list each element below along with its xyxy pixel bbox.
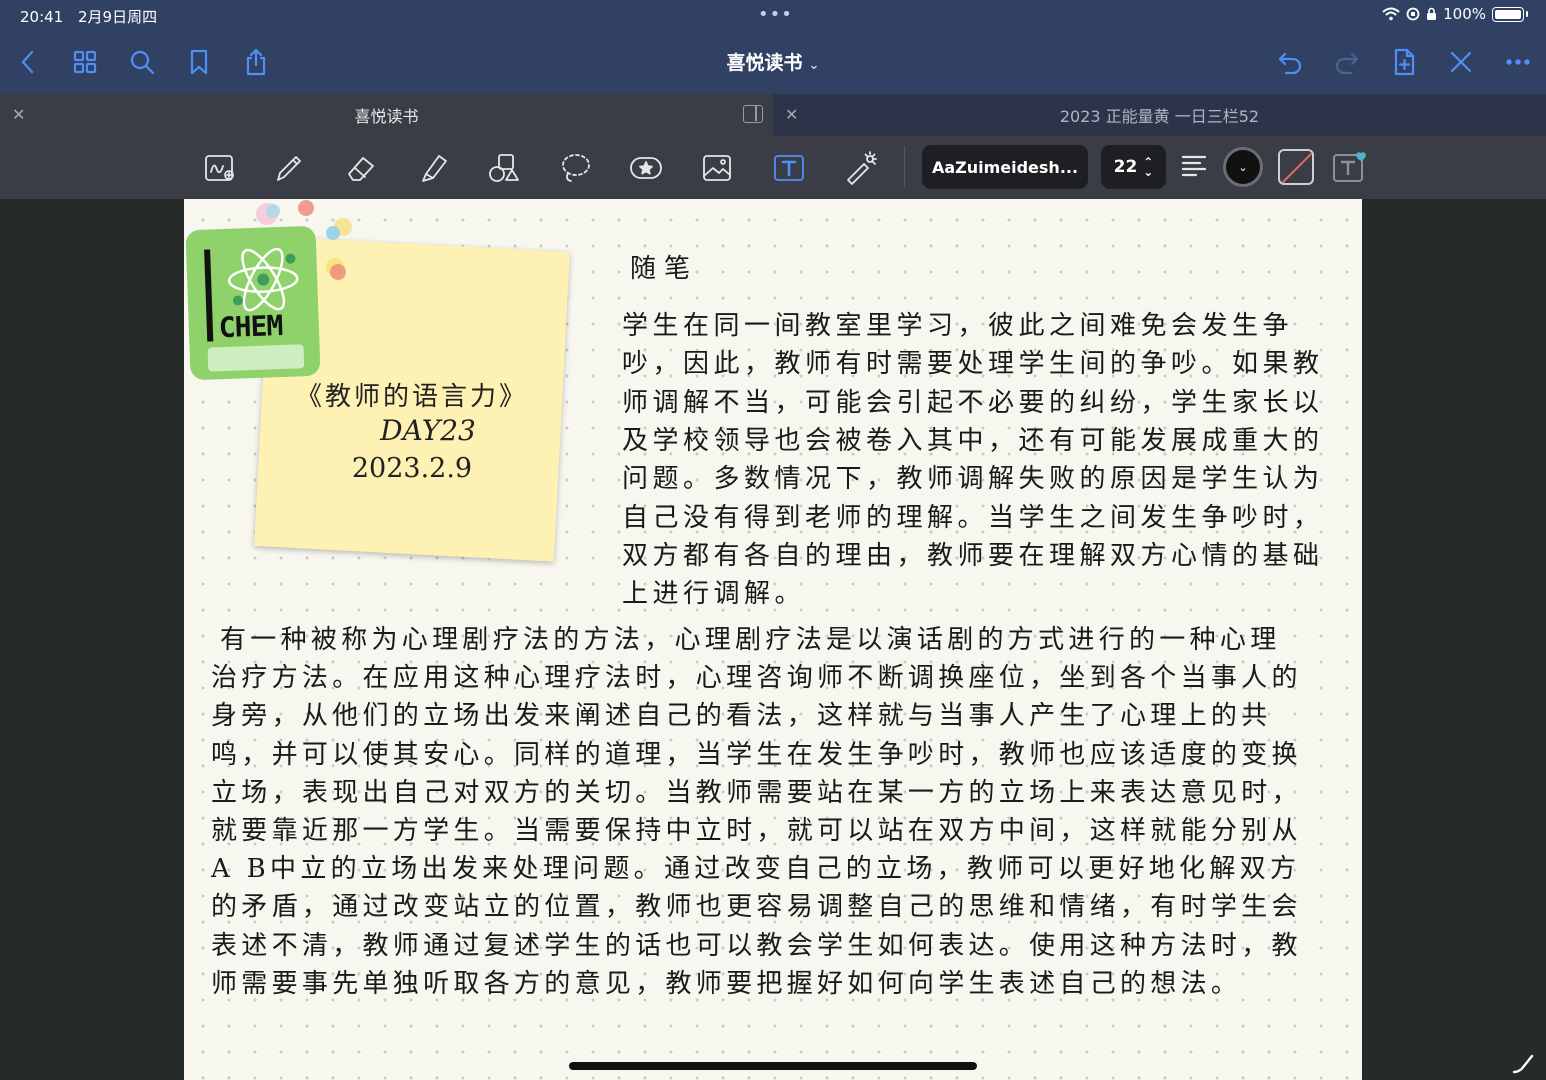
note-line: 就要靠近那一方学生。当需要保持中立时，就可以站在双方中间，这样就能分别从 (211, 816, 1302, 846)
chem-sticker[interactable]: CHEM (185, 225, 321, 381)
status-time: 20:41 (20, 8, 64, 26)
eraser-icon (348, 157, 374, 181)
status-right: 100% (1382, 5, 1528, 23)
battery-percent: 100% (1443, 5, 1486, 23)
font-size-picker[interactable]: 22 ⌃ ⌄ (1101, 145, 1166, 189)
add-page-button[interactable] (1386, 44, 1422, 80)
book-title: 《教师的语言力》 (295, 382, 528, 412)
add-page-icon (1394, 48, 1415, 76)
home-indicator (569, 1062, 977, 1070)
note-line: 上进行调解。 (622, 579, 806, 610)
atom-icon (227, 247, 299, 312)
note-line: 表述不清，教师通过复述学生的话也可以教会学生如何表达。使用这种方法时，教 (211, 930, 1302, 961)
orientation-lock-icon (1406, 7, 1420, 21)
document-tabs: ✕ 喜悦读书 ✕ 2023 正能量黄 一日三栏52 (0, 94, 1546, 136)
pen-off-icon (1450, 51, 1472, 73)
redo-icon (1335, 52, 1359, 75)
note-heading[interactable]: 随笔 (630, 248, 698, 285)
note-line: 身旁，从他们的立场出发来阐述自己的看法，这样就与当事人产生了心理上的共 (211, 701, 1272, 732)
note-line: 问题。多数情况下，教师调解失败的原因是学生认为 (622, 464, 1324, 495)
highlighter-tool[interactable] (413, 148, 453, 188)
battery-icon (1492, 6, 1524, 22)
shapes-icon (489, 154, 519, 182)
close-edit-button[interactable] (1443, 44, 1479, 80)
document-title[interactable]: 喜悦读书 ⌄ (0, 48, 1546, 75)
tab-2[interactable]: ✕ 2023 正能量黄 一日三栏52 (773, 94, 1546, 136)
zoom-window-tool[interactable] (200, 148, 240, 188)
note-line: 师需要事先单独听取各方的意见，教师要把握好如何向学生表述自己的想法。 (211, 968, 1242, 999)
redo-button[interactable] (1329, 44, 1365, 80)
note-line: 鸣，并可以使其安心。同样的道理，当学生在发生争吵时，教师也应该适度的变换 (211, 739, 1302, 770)
tab-1[interactable]: ✕ 喜悦读书 (0, 94, 773, 136)
fill-color-none[interactable] (1278, 149, 1314, 185)
status-bar: 20:41 2月9日周四 (20, 6, 167, 27)
pen-tool[interactable] (268, 148, 308, 188)
laser-pointer-icon (847, 151, 877, 185)
lasso-tool[interactable] (555, 148, 595, 188)
wifi-icon (1382, 7, 1400, 21)
shape-tool[interactable] (484, 148, 524, 188)
image-tool[interactable] (697, 148, 737, 188)
split-view-icon[interactable] (743, 105, 763, 123)
highlighter-icon (422, 155, 447, 182)
text-align-icon[interactable] (1180, 152, 1208, 180)
note-line: A B中立的立场出发来处理问题。通过改变自己的立场，教师可以更好地化解双方 (211, 854, 1301, 885)
laser-pointer-tool[interactable] (840, 148, 880, 188)
elements-tool[interactable] (626, 148, 666, 188)
chevron-down-icon: ⌄ (808, 58, 820, 73)
note-line: 治疗方法。在应用这种心理疗法时，心理咨询师不断调换座位，坐到各个当事人的 (211, 663, 1302, 694)
eraser-tool[interactable] (341, 148, 381, 188)
note-line: 师调解不当，可能会引起不必要的纠纷，学生家长以 (622, 387, 1324, 418)
text-box-icon (774, 155, 804, 181)
font-picker[interactable]: AaZuimeidesh... (922, 145, 1088, 189)
tools-toolbar (0, 136, 1546, 199)
day-label: DAY23 (380, 414, 476, 447)
lock-icon (1427, 7, 1437, 20)
stepper-chevron-icon: ⌃ ⌄ (1143, 155, 1154, 179)
chem-label: CHEM (218, 309, 283, 345)
close-tab-icon[interactable]: ✕ (785, 105, 798, 124)
pen-icon (277, 156, 301, 181)
apple-pencil-icon (1512, 1054, 1534, 1074)
close-tab-icon[interactable]: ✕ (12, 105, 25, 124)
text-color-picker[interactable]: ⌄ (1223, 147, 1263, 187)
chevron-down-icon: ⌄ (1238, 160, 1248, 174)
note-line: 及学校领导也会被卷入其中，还有可能发展成重大的 (622, 425, 1324, 456)
lasso-icon (562, 154, 590, 182)
note-line: 双方都有各自的理由，教师要在理解双方心情的基础 (622, 540, 1324, 571)
note-line: 有一种被称为心理剧疗法的方法，心理剧疗法是以演话剧的方式进行的一种心理 (220, 625, 1281, 655)
note-line: 学生在同一间教室里学习，彼此之间难免会发生争 (622, 311, 1294, 341)
note-line: 立场，表现出自己对双方的关切。当教师需要站在某一方的立场上来表达意见时， (211, 777, 1302, 808)
status-date: 2月9日周四 (78, 8, 158, 26)
note-line: 自己没有得到老师的理解。当学生之间发生争吵时， (622, 502, 1324, 533)
multitasking-dots-icon[interactable]: ••• (758, 4, 793, 25)
more-icon (1506, 59, 1530, 65)
sticker-date: 2023.2.9 (351, 453, 473, 484)
text-style-icon[interactable] (1332, 150, 1368, 184)
text-tool[interactable] (769, 148, 809, 188)
sticker-star-icon (630, 157, 662, 179)
top-bar: 20:41 2月9日周四 ••• 100% 喜悦读书 ⌄ (0, 0, 1546, 94)
note-line: 吵，因此，教师有时需要处理学生间的争吵。如果教 (622, 349, 1324, 380)
image-icon (703, 155, 731, 181)
undo-button[interactable] (1272, 44, 1308, 80)
goodnotes-app: { "status_bar": {"time": "20:41", "date"… (0, 0, 1546, 1080)
note-line: 的矛盾，通过改变站立的位置，教师也更容易调整自己的思维和情绪，有时学生会 (211, 892, 1302, 923)
undo-icon (1278, 52, 1302, 75)
more-button[interactable] (1500, 44, 1536, 80)
zoom-window-icon (205, 155, 234, 181)
